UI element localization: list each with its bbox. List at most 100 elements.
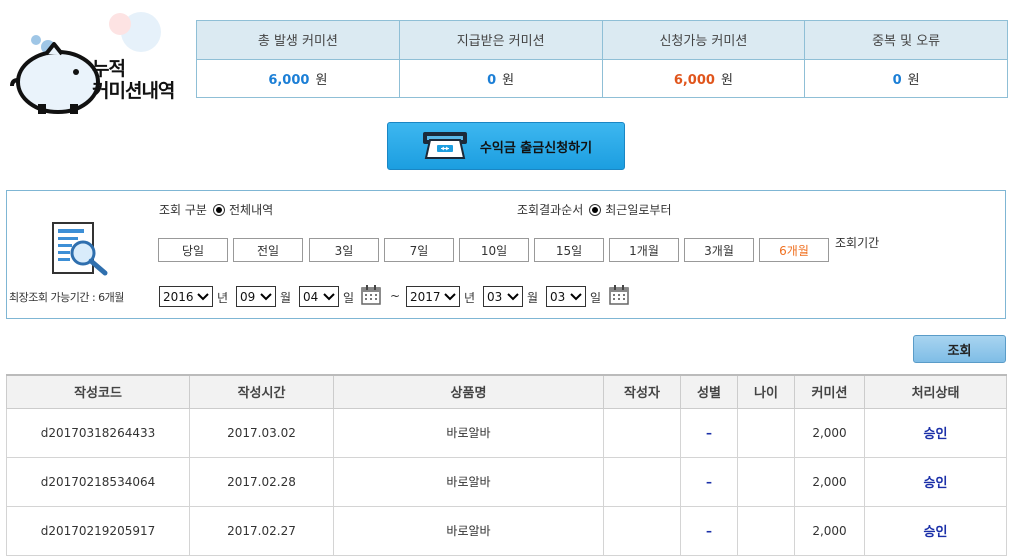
summary-total-unit: 원 [315, 72, 328, 88]
summary-header-row: 총 발생 커미션 지급받은 커미션 신청가능 커미션 중복 및 오류 [196, 20, 1008, 60]
summary-header-total: 총 발생 커미션 [196, 20, 400, 60]
summary-paid-unit: 원 [502, 72, 515, 88]
period-7day-button[interactable]: 7일 [384, 238, 454, 262]
to-year-unit: 년 [464, 291, 476, 305]
logo-title-line1: 누적 [92, 58, 126, 80]
summary-header-available: 신청가능 커미션 [601, 20, 806, 60]
from-day-unit: 일 [343, 291, 355, 305]
cell-writer [603, 407, 681, 458]
cell-status: 승인 [864, 407, 1007, 458]
search-type-radio[interactable] [212, 203, 225, 216]
cell-status: 승인 [864, 456, 1007, 507]
table-row: d20170219205917 2017.02.27 바로알바 – 2,000 … [6, 505, 1007, 556]
results-table: 작성코드 작성시간 상품명 작성자 성별 나이 커미션 처리상태 d201703… [6, 374, 1007, 556]
from-month-select[interactable]: 09 [236, 286, 276, 307]
chevron-down-icon [507, 293, 519, 301]
to-month-select[interactable]: 03 [483, 286, 523, 307]
date-range-tilde: ~ [390, 289, 401, 303]
table-row: d20170218534064 2017.02.28 바로알바 – 2,000 … [6, 456, 1007, 507]
col-writer: 작성자 [603, 374, 681, 409]
result-order-label: 조회결과순서 [517, 203, 584, 217]
period-label: 조회기간 [835, 236, 880, 250]
to-month-unit: 월 [527, 291, 539, 305]
calendar-icon[interactable] [361, 285, 381, 305]
search-panel: 최장조회 가능기간 : 6개월 조회 구분 전체내역 조회결과순서 최근일로부터… [6, 190, 1006, 319]
period-3day-button[interactable]: 3일 [309, 238, 379, 262]
search-type-label: 조회 구분 [159, 203, 207, 217]
result-order-radio[interactable] [589, 203, 602, 216]
to-day-unit: 일 [590, 291, 602, 305]
cell-gender: – [680, 456, 738, 507]
cell-gender: – [680, 407, 738, 458]
col-status: 처리상태 [864, 374, 1007, 409]
cell-age [737, 456, 795, 507]
cell-product: 바로알바 [333, 505, 604, 556]
logo-title: 누적 커미션내역 [92, 58, 175, 102]
summary-error-amount: 0 [892, 72, 902, 88]
chevron-down-icon [323, 293, 335, 301]
summary-error-unit: 원 [907, 72, 920, 88]
summary-available-unit: 원 [720, 72, 733, 88]
cell-time: 2017.02.28 [189, 456, 334, 507]
summary-paid-amount: 0 [487, 72, 497, 88]
period-3month-button[interactable]: 3개월 [684, 238, 754, 262]
from-month-unit: 월 [280, 291, 292, 305]
cell-writer [603, 456, 681, 507]
calendar-icon[interactable] [609, 285, 629, 305]
from-year-unit: 년 [217, 291, 229, 305]
from-month-value: 09 [240, 289, 256, 304]
withdraw-request-button[interactable]: 수익금 출금신청하기 [387, 122, 625, 170]
summary-paid: 0원 [398, 58, 603, 98]
page-logo: 누적 커미션내역 [8, 10, 193, 120]
summary-available: 6,000 원 [601, 58, 806, 98]
to-year-value: 2017 [410, 289, 441, 304]
period-6month-button[interactable]: 6개월 [759, 238, 829, 262]
summary-total-amount: 6,000 [268, 72, 310, 88]
search-type-option: 전체내역 [228, 203, 274, 217]
from-year-value: 2016 [163, 289, 194, 304]
search-button[interactable]: 조회 [913, 335, 1006, 363]
cell-status: 승인 [864, 505, 1007, 556]
chevron-down-icon [444, 293, 456, 301]
to-day-select[interactable]: 03 [546, 286, 586, 307]
to-day-value: 03 [550, 289, 566, 304]
search-type-row: 조회 구분 전체내역 [159, 201, 273, 218]
col-commission: 커미션 [794, 374, 865, 409]
to-year-select[interactable]: 2017 [406, 286, 460, 307]
from-year-select[interactable]: 2016 [159, 286, 213, 307]
summary-header-paid: 지급받은 커미션 [398, 20, 603, 60]
chevron-down-icon [570, 293, 582, 301]
period-15day-button[interactable]: 15일 [534, 238, 604, 262]
cell-commission: 2,000 [794, 407, 865, 458]
cell-age [737, 505, 795, 556]
cell-code: d20170318264433 [6, 407, 190, 458]
chevron-down-icon [197, 293, 209, 301]
results-header-row: 작성코드 작성시간 상품명 작성자 성별 나이 커미션 처리상태 [6, 374, 1007, 409]
result-order-row: 조회결과순서 최근일로부터 [517, 201, 672, 218]
cell-product: 바로알바 [333, 456, 604, 507]
period-today-button[interactable]: 당일 [158, 238, 228, 262]
to-month-value: 03 [487, 289, 503, 304]
document-search-icon [52, 222, 108, 276]
col-gender: 성별 [680, 374, 738, 409]
period-10day-button[interactable]: 10일 [459, 238, 529, 262]
period-1month-button[interactable]: 1개월 [609, 238, 679, 262]
summary-value-row: 6,000 원 0원 6,000 원 0원 [196, 58, 1008, 98]
period-yesterday-button[interactable]: 전일 [233, 238, 303, 262]
summary-total: 6,000 원 [196, 58, 400, 98]
cell-writer [603, 505, 681, 556]
table-row: d20170318264433 2017.03.02 바로알바 – 2,000 … [6, 407, 1007, 458]
cell-time: 2017.02.27 [189, 505, 334, 556]
from-day-select[interactable]: 04 [299, 286, 339, 307]
cell-code: d20170218534064 [6, 456, 190, 507]
max-period-note: 최장조회 가능기간 : 6개월 [9, 291, 124, 304]
logo-title-line2: 커미션내역 [92, 80, 175, 102]
cell-commission: 2,000 [794, 456, 865, 507]
withdraw-request-label: 수익금 출금신청하기 [479, 140, 593, 156]
summary-error: 0원 [804, 58, 1008, 98]
card-terminal-icon [422, 132, 467, 159]
col-product: 상품명 [333, 374, 604, 409]
summary-header-error: 중복 및 오류 [804, 20, 1008, 60]
cell-time: 2017.03.02 [189, 407, 334, 458]
cell-code: d20170219205917 [6, 505, 190, 556]
